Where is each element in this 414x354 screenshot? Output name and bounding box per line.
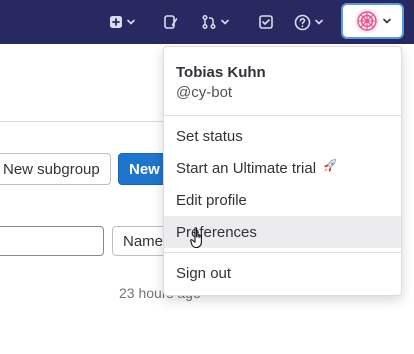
top-navbar [0, 0, 414, 44]
help-menu[interactable] [294, 0, 323, 44]
new-subgroup-button[interactable]: New subgroup [0, 153, 111, 185]
menu-item-label: Sign out [176, 264, 232, 282]
user-menu-toggle[interactable] [341, 3, 404, 39]
chevron-down-icon [382, 18, 391, 24]
edit-profile-item[interactable]: Edit profile [164, 184, 401, 216]
help-icon [294, 14, 311, 30]
hand-cursor-icon [190, 227, 202, 249]
issues-icon [164, 15, 178, 29]
menu-item-label: Preferences [176, 223, 257, 241]
start-ultimate-trial-item[interactable]: Start an Ultimate trial [164, 152, 401, 184]
identicon-icon [356, 11, 377, 31]
user-dropdown-menu: Tobias Kuhn @cy-bot Set status Start an … [163, 46, 402, 296]
menu-item-label: Edit profile [176, 191, 247, 209]
menu-divider [164, 115, 401, 116]
todo-icon [259, 15, 273, 29]
header-divider [0, 121, 170, 122]
create-new-menu[interactable] [109, 0, 135, 44]
rocket-icon [322, 158, 338, 178]
plus-square-icon [110, 16, 122, 28]
issues-link[interactable] [163, 0, 179, 44]
avatar [354, 9, 379, 33]
sign-out-item[interactable]: Sign out [164, 257, 401, 289]
menu-item-label: Start an Ultimate trial [176, 159, 317, 177]
chevron-down-icon [127, 19, 135, 25]
sort-label: Name [123, 232, 164, 250]
chevron-down-icon [221, 19, 229, 25]
menu-divider [164, 252, 401, 253]
new-project-label: New [129, 160, 160, 178]
menu-item-label: Set status [176, 127, 243, 145]
merge-request-icon [202, 14, 216, 30]
chevron-down-icon [315, 19, 323, 25]
filter-search-input[interactable] [0, 226, 104, 256]
set-status-item[interactable]: Set status [164, 120, 401, 152]
merge-requests-menu[interactable] [201, 0, 229, 44]
user-name: Tobias Kuhn [176, 64, 266, 81]
user-handle: @cy-bot [176, 84, 233, 101]
todos-link[interactable] [258, 0, 274, 44]
new-subgroup-label: New subgroup [3, 160, 100, 178]
